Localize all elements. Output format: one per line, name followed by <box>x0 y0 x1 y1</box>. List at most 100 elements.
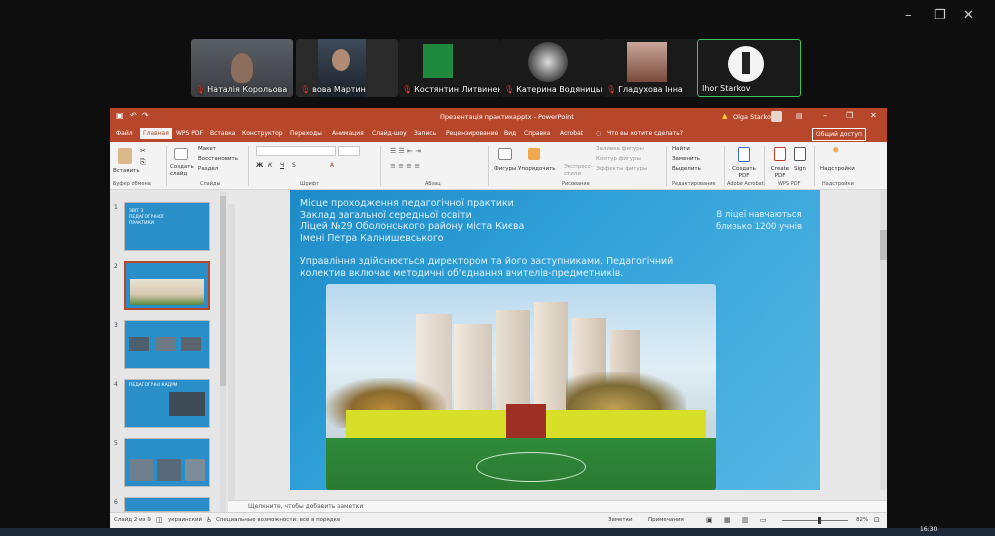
language-indicator[interactable]: украинский <box>168 517 202 523</box>
slide-thumbnail[interactable] <box>124 320 210 369</box>
copy-icon[interactable]: ⎘ <box>140 158 146 167</box>
pdf-icon[interactable] <box>738 147 750 162</box>
slide-thumbnail[interactable]: ЗВІТ З ПЕДАГОГІЧНОЇ ПРАКТИКИ <box>124 202 210 251</box>
share-button[interactable]: Общий доступ <box>812 128 866 141</box>
strikethrough-icon[interactable]: S <box>292 162 296 169</box>
participant-tile[interactable]: 🎙 Гладухова Інна <box>602 39 697 97</box>
paste-button[interactable]: Вставить <box>113 168 140 174</box>
wps-pdf-icon[interactable] <box>774 147 786 161</box>
select-button[interactable]: Выделить <box>672 166 701 172</box>
tab-review[interactable]: Рецензирование <box>446 130 498 137</box>
zoom-level[interactable]: 82% <box>856 517 868 523</box>
participant-tile[interactable]: 🎙 Катерина Водяницька <box>500 39 602 97</box>
slide-thumbnail-selected[interactable] <box>124 261 210 310</box>
participant-tile[interactable]: 🎙Костянтин Литвиненко <box>398 39 500 97</box>
align-icon[interactable]: ≡ ≡ ≡ ≡ <box>390 162 420 170</box>
bullets-icon[interactable]: ☰ ☰ ⇤ ⇥ <box>390 147 421 155</box>
thumbnails-scrollbar[interactable] <box>220 192 226 512</box>
paste-icon[interactable] <box>118 148 132 164</box>
reset-button[interactable]: Восстановить <box>198 156 238 162</box>
quick-styles-button[interactable]: Экспресс-стили <box>564 164 593 178</box>
tab-animation[interactable]: Анимация <box>332 130 364 137</box>
new-slide-icon[interactable] <box>174 148 188 160</box>
bold-icon[interactable]: Ж <box>256 162 263 169</box>
ribbon-display-icon[interactable]: ▤ <box>796 112 803 120</box>
minimize-icon[interactable]: – <box>823 111 827 120</box>
tab-home[interactable]: Главная <box>140 128 172 139</box>
zoom-slider-thumb[interactable] <box>818 517 821 524</box>
font-color-icon[interactable]: A <box>330 162 334 169</box>
slide-thumbnail[interactable] <box>124 497 210 512</box>
participant-tile[interactable]: 🎙 вова Мартин <box>296 39 398 97</box>
normal-view-icon[interactable]: ▣ <box>706 516 713 524</box>
layout-button[interactable]: Макет <box>198 146 216 152</box>
shapes-button[interactable]: Фигуры <box>494 166 516 172</box>
tab-record[interactable]: Запись <box>414 130 436 137</box>
slide-thumbnail[interactable]: ПЕДАГОГІЧНІ КАДРИ <box>124 379 210 428</box>
replace-button[interactable]: Заменить <box>672 156 700 162</box>
lightbulb-icon: ◌ <box>596 130 602 137</box>
slide-thumbnail[interactable] <box>124 438 210 487</box>
slide-number: 5 <box>114 440 118 447</box>
tab-design[interactable]: Конструктор <box>242 130 283 137</box>
shape-effects-button[interactable]: Эффекты фигуры <box>596 166 648 172</box>
close-icon[interactable]: ✕ <box>963 8 974 23</box>
scrollbar-thumb[interactable] <box>220 196 226 386</box>
fit-slide-icon[interactable]: ⊡ <box>874 516 880 524</box>
tab-file[interactable]: Файл <box>116 130 133 137</box>
cut-icon[interactable]: ✂ <box>140 147 146 155</box>
user-avatar[interactable] <box>771 111 782 122</box>
notes-button[interactable]: Заметки <box>608 517 633 523</box>
zoom-slider[interactable] <box>782 517 848 524</box>
ribbon-tabs: Файл Главная WPS PDF Вставка Конструктор… <box>110 126 887 142</box>
addins-icon[interactable]: ✸ <box>832 146 840 156</box>
slide-sorter-icon[interactable]: ▦ <box>724 516 731 524</box>
shape-outline-button[interactable]: Контур фигуры <box>596 156 641 162</box>
close-icon[interactable]: ✕ <box>870 111 877 120</box>
scrollbar-thumb[interactable] <box>880 230 887 260</box>
tab-slideshow[interactable]: Слайд-шоу <box>372 130 407 137</box>
arrange-button[interactable]: Упорядочить <box>518 166 556 172</box>
font-name-dropdown[interactable] <box>256 146 336 156</box>
section-button[interactable]: Раздел <box>198 166 218 172</box>
restore-icon[interactable]: ❐ <box>934 8 946 23</box>
accessibility-status[interactable]: Специальные возможности: все в порядке <box>216 517 340 523</box>
minimize-icon[interactable]: – <box>905 8 912 23</box>
find-button[interactable]: Найти <box>672 146 690 152</box>
save-icon[interactable]: ▣ <box>116 111 124 120</box>
create-pdf-button[interactable]: Создать PDF <box>730 166 758 180</box>
slide-scrollbar[interactable] <box>880 190 887 490</box>
shape-fill-button[interactable]: Заливка фигуры <box>596 146 644 152</box>
participant-tile-active[interactable]: Ihor Starkov <box>697 39 801 97</box>
current-slide[interactable]: Місце проходження педагогічної практики … <box>290 190 820 490</box>
font-size-dropdown[interactable] <box>338 146 360 156</box>
tab-transitions[interactable]: Переходы <box>290 130 322 137</box>
comments-button[interactable]: Примечания <box>648 517 684 523</box>
redo-icon[interactable]: ↷ <box>142 111 149 120</box>
reading-view-icon[interactable]: ▥ <box>742 516 749 524</box>
tab-view[interactable]: Вид <box>504 130 516 137</box>
notes-pane[interactable]: Щелкните, чтобы добавить заметки <box>228 500 887 512</box>
tab-help[interactable]: Справка <box>524 130 550 137</box>
slideshow-icon[interactable]: ▭ <box>760 516 767 524</box>
italic-icon[interactable]: К <box>268 162 272 169</box>
tell-me-search[interactable]: Что вы хотите сделать? <box>607 130 683 137</box>
spellcheck-icon[interactable]: ◫ <box>156 516 163 524</box>
underline-icon[interactable]: Ч <box>280 162 284 169</box>
arrange-icon[interactable] <box>528 148 540 160</box>
new-slide-button[interactable]: Создать слайд <box>170 164 194 178</box>
sign-button[interactable]: Sign <box>794 166 806 172</box>
tab-insert[interactable]: Вставка <box>210 130 235 137</box>
addins-button[interactable]: Надстройки <box>820 166 855 172</box>
participant-tile[interactable]: 🎙 Наталія Корольова <box>191 39 293 97</box>
accessibility-icon[interactable]: ♿ <box>206 516 212 524</box>
tab-acrobat[interactable]: Acrobat <box>560 130 583 137</box>
create-pdf-wps-button[interactable]: Create PDF <box>770 166 790 180</box>
sign-icon[interactable] <box>794 147 806 161</box>
maximize-icon[interactable]: ❐ <box>846 111 853 120</box>
notes-placeholder[interactable]: Щелкните, чтобы добавить заметки <box>248 503 363 510</box>
tab-wps-pdf[interactable]: WPS PDF <box>176 130 203 137</box>
left-scrollbar[interactable] <box>228 204 235 500</box>
shapes-icon[interactable] <box>498 148 512 160</box>
undo-icon[interactable]: ↶ <box>130 111 137 120</box>
